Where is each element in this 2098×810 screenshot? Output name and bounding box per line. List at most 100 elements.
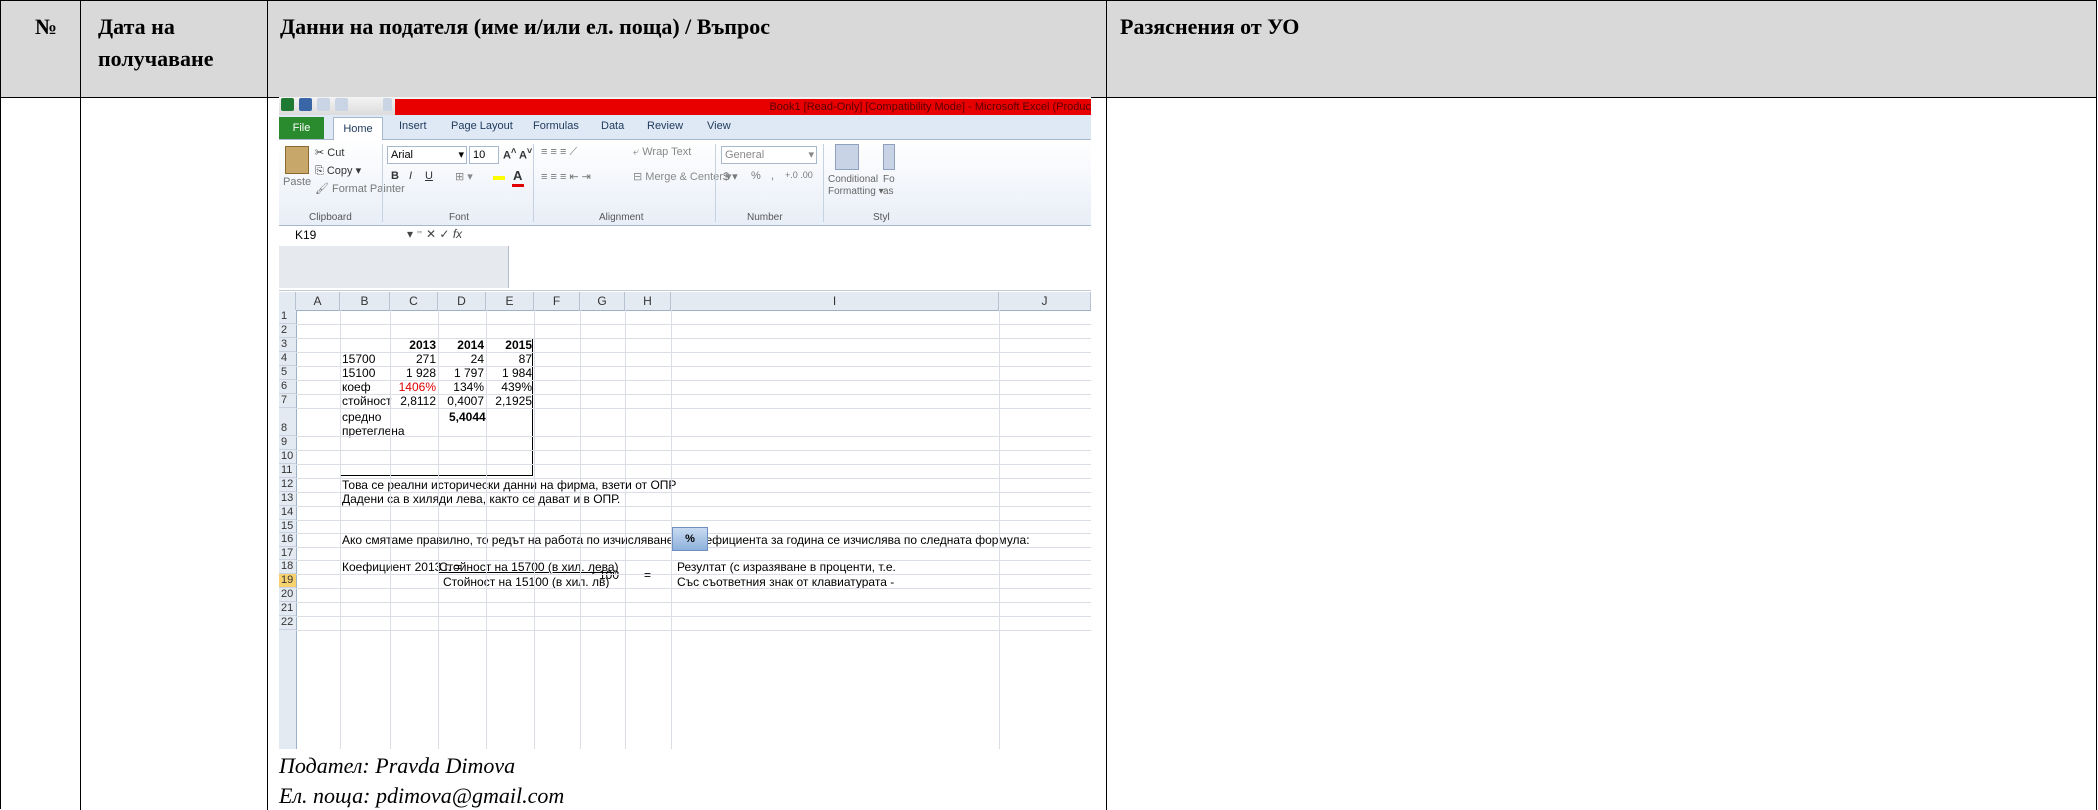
column-header-b[interactable]: B (340, 292, 390, 310)
cell-value[interactable]: 1 984 (487, 366, 532, 380)
cell-value[interactable]: 1 928 (391, 366, 436, 380)
tab-home[interactable]: Home (333, 117, 383, 140)
formula-equals[interactable]: = (644, 568, 651, 582)
conditional-formatting-icon[interactable] (835, 144, 859, 170)
tab-file[interactable]: File (279, 117, 324, 139)
row-header-13[interactable]: 13 (279, 492, 296, 506)
tab-data[interactable]: Data (601, 120, 624, 132)
column-header-j[interactable]: J (999, 292, 1091, 310)
cell-year-2014[interactable]: 2014 (439, 338, 484, 352)
cell-value[interactable]: 0,4007 (439, 394, 484, 408)
cell-value-highlight[interactable]: 1406% (391, 380, 436, 394)
cell-value[interactable]: 87 (487, 352, 532, 366)
row-header-9[interactable]: 9 (279, 436, 296, 450)
row-header-8[interactable]: 8 (279, 408, 296, 436)
tab-view[interactable]: View (707, 120, 731, 132)
cell-year-2015[interactable]: 2015 (487, 338, 532, 352)
tab-page-layout[interactable]: Page Layout (451, 120, 513, 132)
row-header-21[interactable]: 21 (279, 602, 296, 616)
row-header-1[interactable]: 1 (279, 310, 296, 324)
italic-button[interactable]: I (409, 170, 412, 182)
row-header-6[interactable]: 6 (279, 380, 296, 394)
row-header-3[interactable]: 3 (279, 338, 296, 352)
align-top-icon[interactable]: ≡ ≡ ≡ ⟋ (541, 146, 577, 159)
font-name-select[interactable]: Arial ▾ (387, 146, 467, 164)
wrap-text-button[interactable]: ⤶ Wrap Text (633, 146, 691, 159)
column-header-e[interactable]: E (486, 292, 534, 310)
cell-value[interactable]: 134% (439, 380, 484, 394)
row-header-11[interactable]: 11 (279, 464, 296, 478)
column-header-c[interactable]: C (390, 292, 438, 310)
column-header-i[interactable]: I (671, 292, 999, 310)
conditional-formatting-menu[interactable]: Formatting ▾ (828, 186, 884, 197)
cell-label[interactable]: коеф (342, 380, 371, 394)
cell-label[interactable]: 15100 (342, 366, 375, 380)
row-header-4[interactable]: 4 (279, 352, 296, 366)
underline-button[interactable]: U (425, 170, 433, 182)
select-all-corner[interactable] (279, 292, 296, 310)
row-header-22[interactable]: 22 (279, 616, 296, 630)
row-header-10[interactable]: 10 (279, 450, 296, 464)
note-row-13[interactable]: Дадени са в хиляди лева, както се дават … (342, 492, 620, 506)
column-header-f[interactable]: F (534, 292, 580, 310)
format-as-table-label[interactable]: Fo (883, 174, 895, 185)
accounting-icon[interactable]: $ ▾ (723, 170, 738, 183)
decimal-icon[interactable]: +.0 .00 (785, 170, 813, 180)
percent-button[interactable]: % (751, 170, 761, 182)
cell-year-2013[interactable]: 2013 (391, 338, 436, 352)
copy-button[interactable]: ⎘ Copy ▾ (315, 164, 361, 178)
cut-button[interactable]: ✂ Cut (315, 146, 344, 159)
formula-result-2[interactable]: Със съответния знак от клавиатурата - (677, 575, 894, 589)
customize-toolbar-icon[interactable] (383, 98, 392, 111)
formula-result-1[interactable]: Резултат (с изразяване в проценти, т.е. (677, 560, 896, 574)
row-header-5[interactable]: 5 (279, 366, 296, 380)
row-header-14[interactable]: 14 (279, 506, 296, 520)
comma-button[interactable]: , (771, 170, 774, 182)
cell-value[interactable]: 2,1925 (487, 394, 532, 408)
format-as-table-label-2[interactable]: as (883, 186, 894, 197)
align-left-icon[interactable]: ≡ ≡ ≡ ⇤ ⇥ (541, 170, 591, 183)
paste-button[interactable]: Paste (283, 176, 311, 188)
cell-weighted-average[interactable]: 5,4044 (449, 410, 486, 424)
column-header-g[interactable]: G (580, 292, 625, 310)
row-header-15[interactable]: 15 (279, 520, 296, 533)
format-painter-button[interactable]: 🖌 Format Painter (315, 182, 405, 195)
fill-color-icon[interactable] (493, 176, 505, 180)
row-header-2[interactable]: 2 (279, 324, 296, 338)
cell-value[interactable]: 271 (391, 352, 436, 366)
font-size-select[interactable]: 10 (469, 146, 499, 164)
cell-label[interactable]: 15700 (342, 352, 375, 366)
cell-value[interactable]: 24 (439, 352, 484, 366)
cell-label[interactable]: стойност (342, 394, 392, 408)
format-as-table-icon[interactable] (883, 144, 895, 170)
formula-input-area[interactable] (279, 246, 509, 288)
conditional-formatting-button[interactable]: Conditional (828, 174, 878, 185)
column-header-d[interactable]: D (438, 292, 486, 310)
formula-buttons[interactable]: ▾ ⁼ ✕ ✓ fx (407, 227, 462, 241)
undo-icon[interactable] (317, 98, 330, 111)
bold-button[interactable]: B (391, 170, 399, 182)
column-header-a[interactable]: A (296, 292, 340, 310)
row-header-20[interactable]: 20 (279, 588, 296, 602)
cell-value[interactable]: 439% (487, 380, 532, 394)
font-color-icon[interactable]: A (513, 168, 522, 183)
row-header-17[interactable]: 17 (279, 547, 296, 560)
cell-label[interactable]: средно (342, 410, 381, 424)
row-header-19[interactable]: 19 (279, 574, 296, 588)
grow-font-button[interactable]: A˄ A˅ (503, 146, 532, 162)
row-header-18[interactable]: 18 (279, 560, 296, 574)
formula-multiplier[interactable]: * 100 (591, 568, 619, 582)
paste-icon[interactable] (285, 146, 309, 174)
row-header-7[interactable]: 7 (279, 394, 296, 408)
note-row-12[interactable]: Това се реални исторически данни на фирм… (342, 478, 676, 492)
cell-value[interactable]: 2,8112 (391, 394, 436, 408)
number-format-select[interactable]: General ▾ (721, 146, 817, 164)
tab-insert[interactable]: Insert (399, 120, 427, 132)
tab-review[interactable]: Review (647, 120, 683, 132)
merge-center-button[interactable]: ⊟ Merge & Center ▾ (633, 170, 732, 183)
border-icon[interactable]: ⊞ ▾ (455, 170, 473, 183)
row-header-12[interactable]: 12 (279, 478, 296, 492)
cell-value[interactable]: 1 797 (439, 366, 484, 380)
formula-denominator[interactable]: Стойност на 15100 (в хил. лв) (443, 575, 609, 589)
tab-formulas[interactable]: Formulas (533, 120, 579, 132)
